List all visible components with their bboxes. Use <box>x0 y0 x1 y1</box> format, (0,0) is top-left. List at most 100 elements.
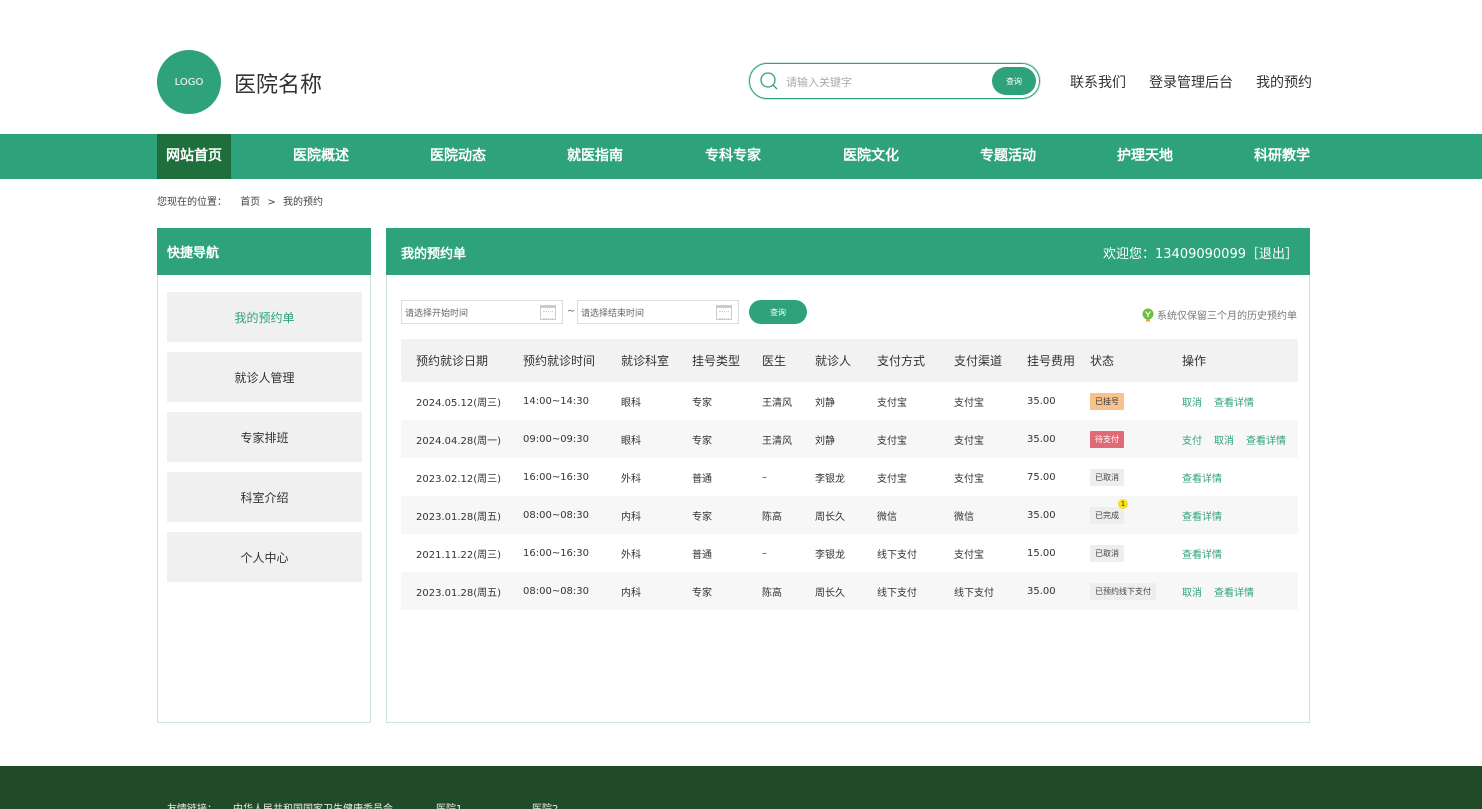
query-button[interactable]: 查询 <box>749 300 807 324</box>
status-badge: 已取消 <box>1090 468 1124 486</box>
col-actions: 操作 <box>1167 339 1298 382</box>
cell-doctor: 王清风 <box>762 397 792 409</box>
friend-link[interactable]: 中华人民共和国国家卫生健康委员会 <box>233 800 393 809</box>
cell-date: 2023.01.28(周五) <box>401 496 508 534</box>
cell-pay-method: 支付宝 <box>862 420 939 458</box>
cell-patient: 周长久 <box>800 496 862 534</box>
cell-status: 已预约线下支付 <box>1075 572 1167 610</box>
calendar-icon[interactable] <box>716 305 732 320</box>
cell-type: 专家 <box>677 420 747 458</box>
nav-home[interactable]: 网站首页 <box>157 134 231 179</box>
cancel-link[interactable]: 取消 <box>1182 588 1202 599</box>
cell-status: 已完成 1 <box>1075 496 1167 534</box>
cell-doctor: – <box>762 471 767 483</box>
table-row: 2024.05.12(周三) 14:00~14:30 眼科 专家 王清风 刘静 … <box>401 382 1298 420</box>
sidebar-item-profile[interactable]: 个人中心 <box>167 532 362 582</box>
pay-link[interactable]: 支付 <box>1182 436 1202 447</box>
friend-link[interactable]: 医院2 <box>532 800 558 809</box>
col-status: 状态 <box>1075 339 1167 382</box>
cell-type: 专家 <box>677 572 747 610</box>
search-icon <box>760 72 778 90</box>
search-input[interactable] <box>786 72 986 92</box>
appointments-panel: 我的预约单 欢迎您：13409090099［退出］ 请选择开始时间 ~ 请选择结… <box>386 228 1310 723</box>
breadcrumb-current: 我的预约 <box>282 197 323 208</box>
sidebar-item-patients[interactable]: 就诊人管理 <box>167 352 362 402</box>
col-patient: 就诊人 <box>800 339 862 382</box>
table-row: 2023.01.28(周五) 08:00~08:30 内科 专家 陈高 周长久 … <box>401 572 1298 610</box>
cell-dept: 眼科 <box>606 420 677 458</box>
table-row: 2024.04.28(周一) 09:00~09:30 眼科 专家 王清风 刘静 … <box>401 420 1298 458</box>
cell-status: 待支付 <box>1075 420 1167 458</box>
col-pay-method: 支付方式 <box>862 339 939 382</box>
status-badge: 已挂号 <box>1090 392 1124 410</box>
nav-nursing[interactable]: 护理天地 <box>1108 134 1182 179</box>
cell-fee: 35.00 <box>1012 572 1075 610</box>
table-header-row: 预约就诊日期 预约就诊时间 就诊科室 挂号类型 医生 就诊人 支付方式 支付渠道… <box>401 339 1298 382</box>
breadcrumb-separator: > <box>267 197 276 208</box>
admin-login-link[interactable]: 登录管理后台 <box>1149 72 1233 92</box>
search-box: 查询 <box>749 63 1040 99</box>
sidebar-item-schedule[interactable]: 专家排班 <box>167 412 362 462</box>
sidebar-item-my-appointments[interactable]: 我的预约单 <box>167 292 362 342</box>
logo[interactable]: LOGO <box>157 50 221 114</box>
cell-pay-method: 线下支付 <box>877 549 917 561</box>
contact-link[interactable]: 联系我们 <box>1070 72 1126 92</box>
cell-time: 08:00~08:30 <box>508 572 606 610</box>
col-doctor: 医生 <box>747 339 800 382</box>
cell-doctor: – <box>762 547 767 559</box>
nav-culture[interactable]: 医院文化 <box>834 134 908 179</box>
cell-type: 专家 <box>692 397 712 409</box>
cell-dept: 外科 <box>621 549 641 561</box>
col-date: 预约就诊日期 <box>401 339 508 382</box>
start-date-input[interactable]: 请选择开始时间 <box>401 300 563 324</box>
cell-pay-method: 线下支付 <box>862 572 939 610</box>
nav-events[interactable]: 专题活动 <box>971 134 1045 179</box>
sidebar-item-departments[interactable]: 科室介绍 <box>167 472 362 522</box>
cell-date: 2024.05.12(周三) <box>416 397 502 409</box>
nav-overview[interactable]: 医院概述 <box>284 134 358 179</box>
cell-time: 09:00~09:30 <box>508 420 606 458</box>
col-dept: 就诊科室 <box>606 339 677 382</box>
view-details-link[interactable]: 查看详情 <box>1182 512 1222 523</box>
cell-fee: 35.00 <box>1027 395 1056 407</box>
col-fee: 挂号费用 <box>1012 339 1075 382</box>
cell-fee: 15.00 <box>1027 547 1056 559</box>
end-date-input[interactable]: 请选择结束时间 <box>577 300 739 324</box>
col-channel: 支付渠道 <box>939 339 1012 382</box>
status-text: 已完成 <box>1095 510 1119 520</box>
view-details-link[interactable]: 查看详情 <box>1246 436 1286 447</box>
nav-guide[interactable]: 就医指南 <box>558 134 632 179</box>
my-appointments-link[interactable]: 我的预约 <box>1256 72 1312 92</box>
view-details-link[interactable]: 查看详情 <box>1214 398 1254 409</box>
nav-research[interactable]: 科研教学 <box>1245 134 1319 179</box>
friend-link[interactable]: 医院1 <box>436 800 462 809</box>
breadcrumb-home[interactable]: 首页 <box>240 197 260 208</box>
friend-links-label: 友情链接： <box>167 800 217 809</box>
view-details-link[interactable]: 查看详情 <box>1214 588 1254 599</box>
view-details-link[interactable]: 查看详情 <box>1182 550 1222 561</box>
cell-date: 2024.04.28(周一) <box>401 420 508 458</box>
cell-patient: 刘静 <box>815 397 835 409</box>
cell-actions: 查看详情 <box>1167 534 1298 572</box>
cell-doctor: 陈高 <box>747 572 800 610</box>
history-notice-text: 系统仅保留三个月的历史预约单 <box>1157 311 1297 322</box>
welcome-logout[interactable]: 欢迎您：13409090099［退出］ <box>1103 243 1298 262</box>
cell-time: 14:00~14:30 <box>523 395 590 407</box>
cancel-link[interactable]: 取消 <box>1214 436 1234 447</box>
view-details-link[interactable]: 查看详情 <box>1182 474 1222 485</box>
search-button[interactable]: 查询 <box>992 67 1036 95</box>
cell-date: 2023.02.12(周三) <box>416 473 502 485</box>
nav-news[interactable]: 医院动态 <box>421 134 495 179</box>
sidebar-title: 快捷导航 <box>157 228 371 275</box>
nav-experts[interactable]: 专科专家 <box>696 134 770 179</box>
cell-date: 2021.11.22(周三) <box>416 549 502 561</box>
cell-channel: 微信 <box>939 496 1012 534</box>
sidebar: 快捷导航 我的预约单 就诊人管理 专家排班 科室介绍 个人中心 <box>157 228 371 723</box>
start-date-placeholder: 请选择开始时间 <box>405 309 469 319</box>
calendar-icon[interactable] <box>540 305 556 320</box>
status-badge: 已完成 1 <box>1090 498 1128 524</box>
cell-channel: 线下支付 <box>939 572 1012 610</box>
history-notice: 系统仅保留三个月的历史预约单 <box>1142 307 1297 322</box>
cancel-link[interactable]: 取消 <box>1182 398 1202 409</box>
cell-status: 已取消 <box>1075 458 1167 496</box>
